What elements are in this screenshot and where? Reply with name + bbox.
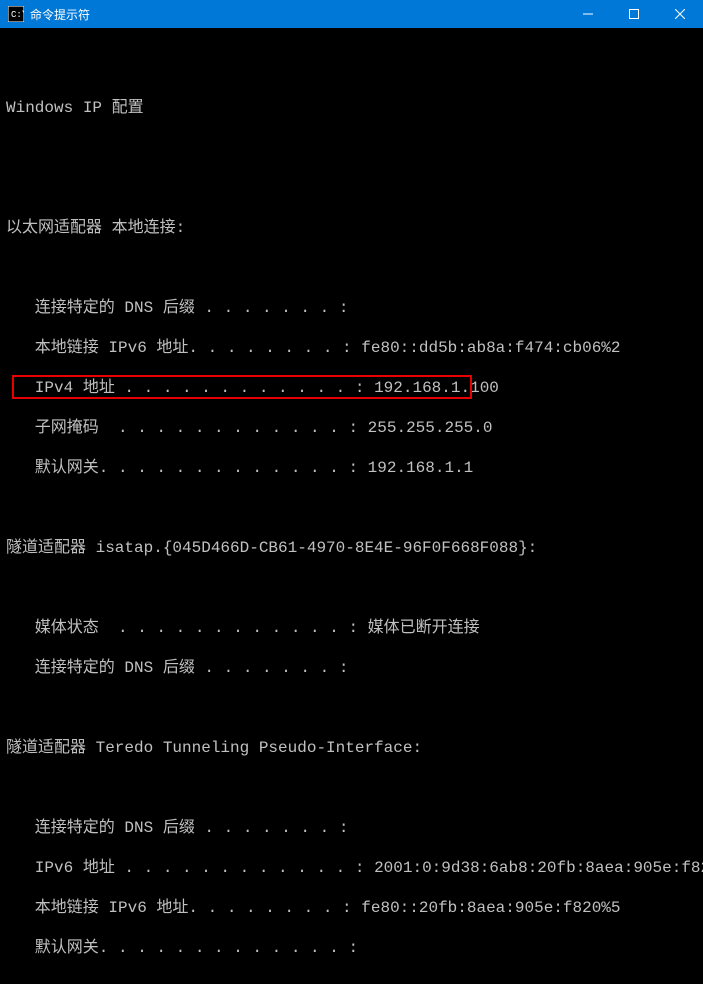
window-titlebar: C:\ 命令提示符 [0, 0, 703, 28]
config-line: 连接特定的 DNS 后缀 . . . . . . . : [6, 298, 697, 318]
config-line: 连接特定的 DNS 后缀 . . . . . . . : [6, 818, 697, 838]
config-line: 默认网关. . . . . . . . . . . . . : [6, 938, 697, 958]
config-line: 子网掩码 . . . . . . . . . . . . : 255.255.2… [6, 418, 697, 438]
window-controls [565, 0, 703, 28]
config-line: 本地链接 IPv6 地址. . . . . . . . : fe80::20fb… [6, 898, 697, 918]
config-line: 本地链接 IPv6 地址. . . . . . . . : fe80::dd5b… [6, 338, 697, 358]
config-line: 连接特定的 DNS 后缀 . . . . . . . : [6, 658, 697, 678]
maximize-button[interactable] [611, 0, 657, 28]
ipconfig-header: Windows IP 配置 [6, 98, 697, 118]
svg-text:C:\: C:\ [11, 10, 24, 20]
terminal-output[interactable]: Windows IP 配置 以太网适配器 本地连接: 连接特定的 DNS 后缀 … [0, 28, 703, 984]
adapter-title: 以太网适配器 本地连接: [6, 218, 697, 238]
window-title: 命令提示符 [30, 6, 565, 23]
config-line: 媒体状态 . . . . . . . . . . . . : 媒体已断开连接 [6, 618, 697, 638]
close-button[interactable] [657, 0, 703, 28]
config-line-ipv4: IPv4 地址 . . . . . . . . . . . . : 192.16… [6, 378, 697, 398]
config-line: IPv6 地址 . . . . . . . . . . . . : 2001:0… [6, 858, 697, 878]
minimize-button[interactable] [565, 0, 611, 28]
cmd-icon: C:\ [8, 6, 24, 22]
config-line: 默认网关. . . . . . . . . . . . . : 192.168.… [6, 458, 697, 478]
adapter-title: 隧道适配器 isatap.{045D466D-CB61-4970-8E4E-96… [6, 538, 697, 558]
adapter-title: 隧道适配器 Teredo Tunneling Pseudo-Interface: [6, 738, 697, 758]
